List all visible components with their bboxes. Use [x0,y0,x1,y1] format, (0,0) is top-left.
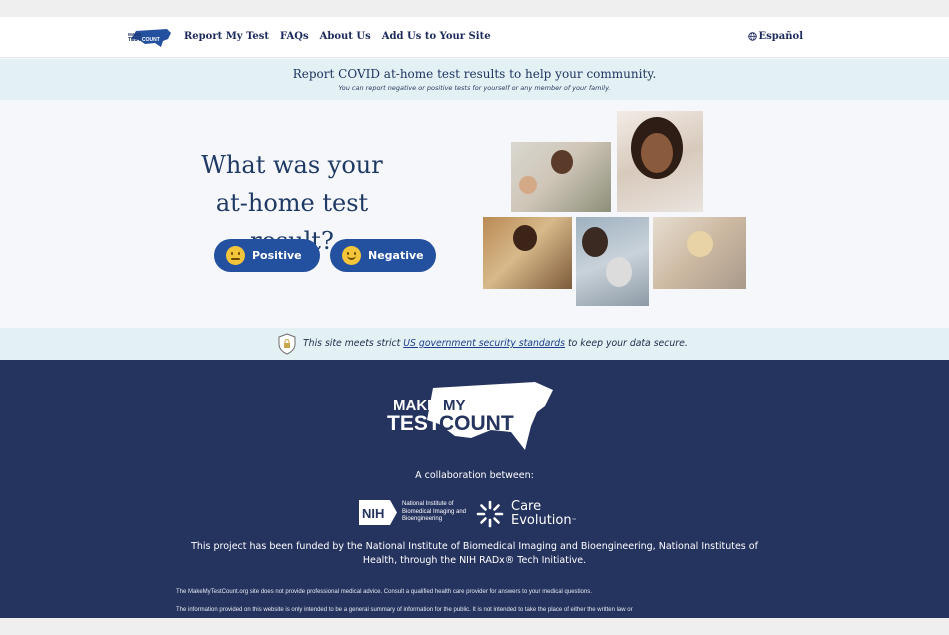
svg-text:TEST: TEST [128,37,141,43]
main-nav: Report My Test FAQs About Us Add Us to Y… [184,31,491,42]
photo-family-kitchen [511,142,611,212]
hero-title-line1: What was your [201,151,383,179]
disclaimer-medical: The MakeMyTestCount.org site does not pr… [176,589,592,595]
notice-banner: Report COVID at-home test results to hel… [0,59,949,100]
nav-add-us[interactable]: Add Us to Your Site [382,31,491,42]
nih-logo[interactable]: NIH National Institute of Biomedical Ima… [358,499,472,526]
care-tm: ™ [571,518,577,524]
disclaimer-information: The information provided on this website… [176,607,633,613]
logo[interactable]: MAKE TEST COUNT [127,27,173,49]
nav-report-my-test[interactable]: Report My Test [184,31,269,42]
svg-text:TEST: TEST [387,412,441,435]
security-bar: This site meets strict US government sec… [0,328,949,360]
photo-woman-swab [617,111,703,212]
collaboration-label: A collaboration between: [415,470,534,481]
notice-subtitle: You can report negative or positive test… [338,84,611,92]
care-line2: Evolution [511,513,572,528]
security-text-before: This site meets strict [303,338,404,349]
nih-name: National Institute of Biomedical Imaging… [402,501,467,523]
nav-about-us[interactable]: About Us [320,31,371,42]
footer-logo[interactable]: MAKE MY TEST COUNT [385,380,555,456]
care-evolution-logo-icon [476,500,504,528]
svg-text:COUNT: COUNT [439,412,514,435]
security-standards-link[interactable]: US government security standards [403,338,565,349]
site-header: MAKE TEST COUNT Report My Test FAQs Abou… [0,17,949,58]
funding-text: This project has been funded by the Nati… [191,541,758,566]
negative-button[interactable]: Negative [330,239,436,272]
security-text-after: to keep your data secure. [565,338,688,349]
photo-child-table [483,217,572,289]
care-evolution-logo[interactable]: Care Evolution™ [475,499,577,529]
language-switch[interactable]: Español [747,31,803,42]
care-evolution-name: Care Evolution™ [511,500,577,528]
notice-title: Report COVID at-home test results to hel… [292,67,657,81]
result-buttons: Positive Negative [214,239,436,272]
hero: What was your at-home test result? Posit… [0,100,949,328]
security-text: This site meets strict US government sec… [303,338,688,349]
site-footer: MAKE MY TEST COUNT A collaboration betwe… [0,360,949,618]
nav-faqs[interactable]: FAQs [280,31,309,42]
negative-label: Negative [368,249,424,262]
photo-grandparent [576,217,649,306]
care-line1: Care [511,499,542,514]
positive-button[interactable]: Positive [214,239,320,272]
photo-toddler [653,217,746,289]
language-label: Español [758,31,803,42]
positive-label: Positive [252,249,302,262]
positive-face-icon [226,246,245,265]
page: MAKE TEST COUNT Report My Test FAQs Abou… [0,17,949,618]
negative-face-icon [342,246,361,265]
svg-text:NIH: NIH [362,506,384,521]
svg-text:COUNT: COUNT [142,37,160,43]
nih-logo-icon: NIH [359,500,397,525]
globe-icon [747,32,757,41]
lock-shield-icon [278,333,296,355]
